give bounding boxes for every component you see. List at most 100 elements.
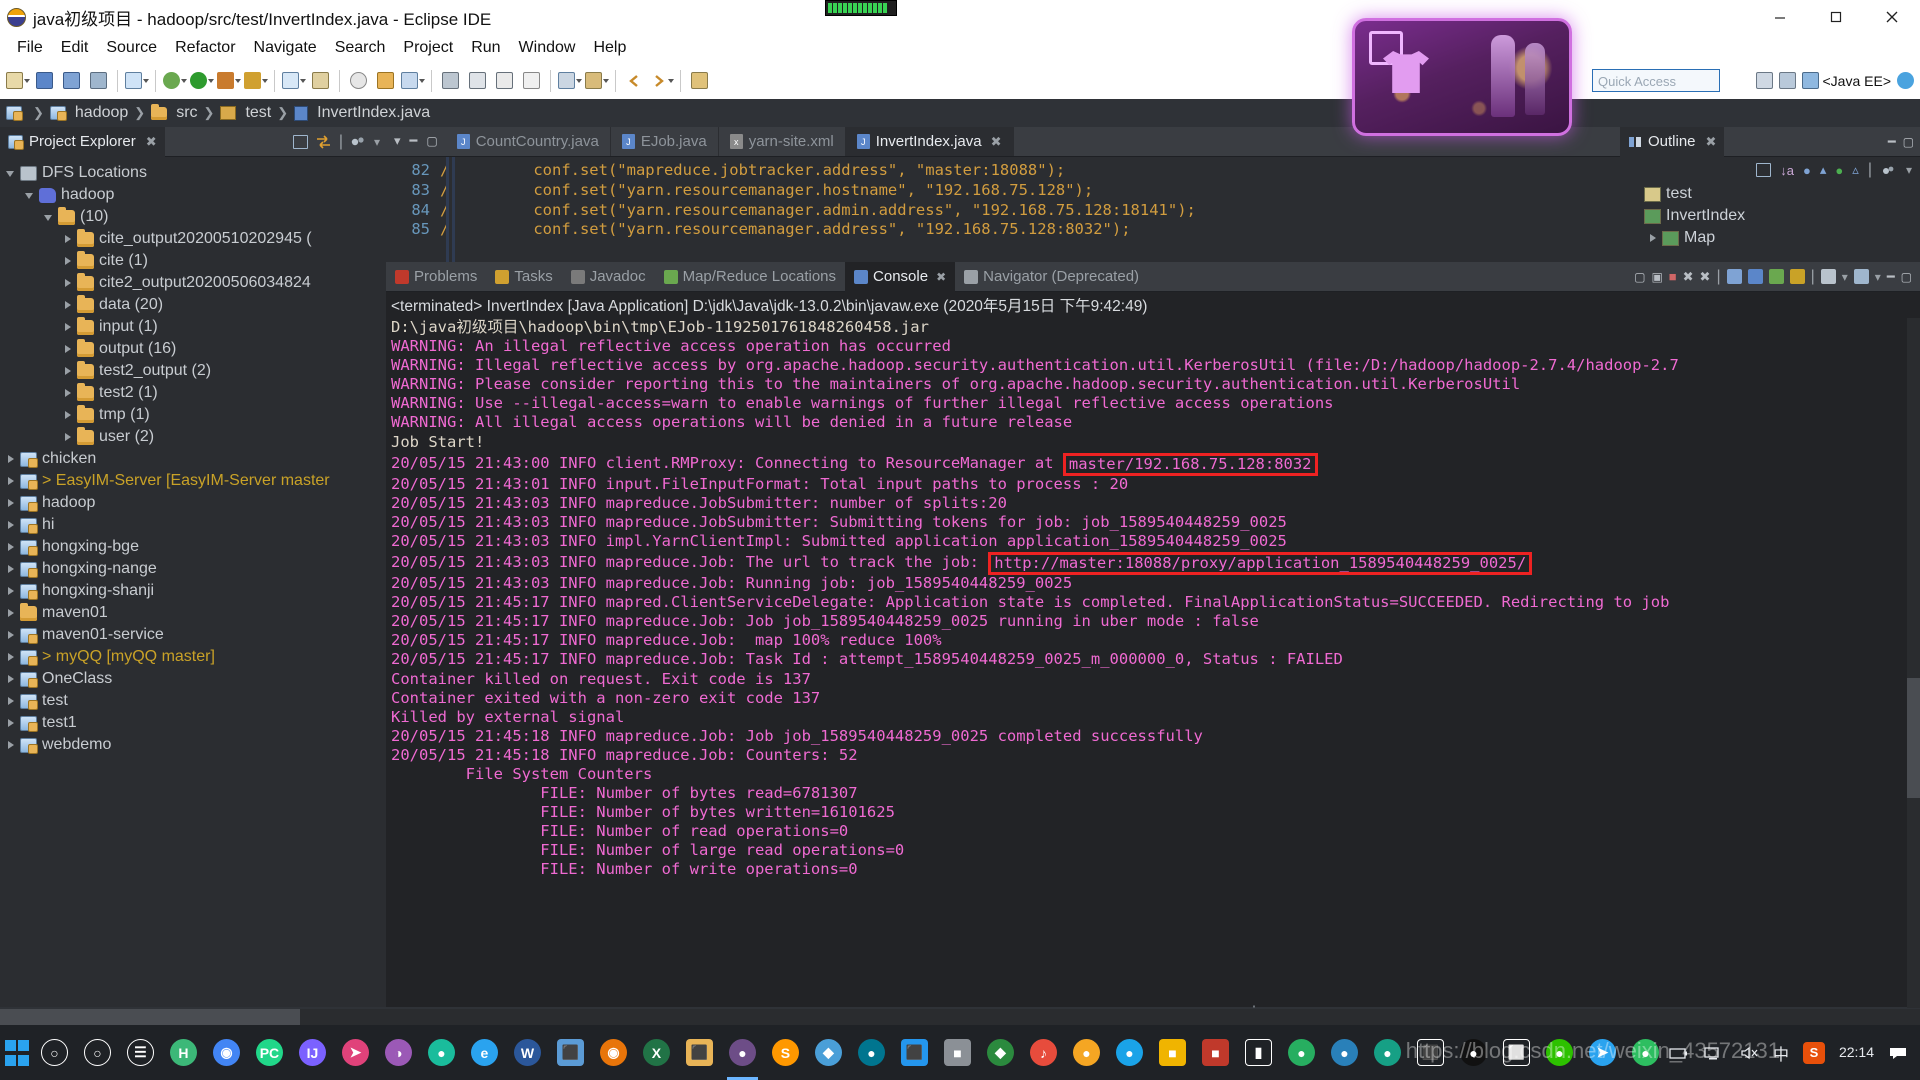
code-line[interactable]: 84 // conf.set("yarn.resourcemanager.admi… [386, 201, 1620, 221]
open-console-icon[interactable] [1853, 269, 1869, 284]
cortana-icon[interactable]: ○ [76, 1025, 119, 1080]
menu-navigate[interactable]: Navigate [245, 39, 326, 57]
highlighted-url[interactable]: master/192.168.75.128:8032 [1062, 452, 1318, 476]
expand-arrow-open-icon[interactable] [44, 212, 55, 223]
new-button[interactable] [5, 68, 30, 93]
expand-arrow-closed-icon[interactable] [6, 740, 17, 751]
previous-edit-button[interactable] [584, 68, 609, 93]
music-icon[interactable]: ♪ [1022, 1025, 1065, 1080]
minimize-view-icon[interactable]: ━ [1887, 269, 1895, 285]
chevron-down-icon[interactable]: ▾ [394, 133, 401, 149]
expand-arrow-closed-icon[interactable] [1648, 233, 1659, 244]
search-toolbar-icon[interactable] [346, 68, 371, 93]
close-button[interactable] [1864, 0, 1920, 34]
minimize-button[interactable] [1752, 0, 1808, 34]
start-button[interactable] [0, 1025, 33, 1080]
app5-icon[interactable]: ■ [1151, 1025, 1194, 1080]
tree-item[interactable]: tmp (1) [0, 404, 386, 426]
expand-arrow-closed-icon[interactable] [6, 476, 17, 487]
menu-source[interactable]: Source [97, 39, 166, 57]
task-view-icon[interactable]: ☰ [119, 1025, 162, 1080]
console-output[interactable]: D:\java初级项目\hadoop\bin\tmp\EJob-11925017… [386, 318, 1920, 998]
expand-arrow-closed-icon[interactable] [6, 630, 17, 641]
expand-arrow-closed-icon[interactable] [6, 586, 17, 597]
tab-project-explorer[interactable]: Project Explorer ✖ [0, 126, 165, 157]
breadcrumb-item-hadoop[interactable]: hadoop [49, 104, 128, 122]
volume-icon[interactable] [1739, 1045, 1759, 1061]
breadcrumb-item-src[interactable]: src [151, 103, 198, 122]
tree-item[interactable]: data (20) [0, 294, 386, 316]
battery-app-icon[interactable]: ▮ [1237, 1025, 1280, 1080]
tree-item[interactable]: cite (1) [0, 250, 386, 272]
hide-static-icon[interactable]: ▴ [1820, 162, 1827, 178]
remove-all-icon[interactable]: ✖ [1700, 269, 1711, 285]
breadcrumb-item-file[interactable]: InvertIndex.java [294, 104, 430, 122]
tree-item[interactable]: hongxing-bge [0, 536, 386, 558]
minimize-console-icon[interactable]: ▢ [1634, 270, 1645, 284]
perspective-switch-button[interactable] [557, 68, 582, 93]
edge-icon[interactable]: e [463, 1025, 506, 1080]
tree-item[interactable]: webdemo [0, 734, 386, 756]
network-icon[interactable] [1703, 1045, 1725, 1061]
tree-item[interactable]: test [0, 690, 386, 712]
maximize-console-icon[interactable]: ▣ [1651, 270, 1662, 284]
java-perspective-icon[interactable] [1897, 72, 1914, 89]
tree-item[interactable]: test2_output (2) [0, 360, 386, 382]
mysql-icon[interactable]: ● [850, 1025, 893, 1080]
menu-run[interactable]: Run [462, 39, 509, 57]
console-tab-2[interactable]: Javadoc [562, 262, 655, 292]
close-icon[interactable]: ✖ [936, 270, 946, 284]
tree-item[interactable]: hadoop [0, 492, 386, 514]
coverage-button[interactable] [243, 68, 268, 93]
show-whitespace-button[interactable] [465, 68, 490, 93]
console-tab-4[interactable]: Console ✖ [845, 261, 956, 292]
tree-item[interactable]: maven01-service [0, 624, 386, 646]
code-line[interactable]: 83 // conf.set("yarn.resourcemanager.host… [386, 181, 1620, 201]
expand-arrow-closed-icon[interactable] [6, 498, 17, 509]
new-package-button[interactable] [308, 68, 333, 93]
expand-arrow-open-icon[interactable] [6, 168, 17, 179]
menu-search[interactable]: Search [326, 39, 395, 57]
tree-item[interactable]: hongxing-nange [0, 558, 386, 580]
app3-icon[interactable]: ● [1065, 1025, 1108, 1080]
outline-tree[interactable]: test InvertIndex Map [1620, 183, 1920, 249]
forward-button[interactable] [649, 68, 674, 93]
highlight-button[interactable] [400, 68, 425, 93]
menu-help[interactable]: Help [584, 39, 635, 57]
link-with-editor-icon[interactable] [315, 134, 332, 149]
expand-arrow-closed-icon[interactable] [63, 278, 74, 289]
print-button[interactable] [86, 68, 111, 93]
maximize-outline-icon[interactable]: ▢ [1903, 135, 1914, 149]
hide-fields-icon[interactable]: ● [1803, 163, 1811, 178]
expand-arrow-closed-icon[interactable] [63, 256, 74, 267]
tree-item[interactable]: > myQQ [myQQ master] [0, 646, 386, 668]
expand-arrow-closed-icon[interactable] [6, 652, 17, 663]
maximize-button[interactable] [1808, 0, 1864, 34]
app4-icon[interactable]: ● [1108, 1025, 1151, 1080]
console-tab-3[interactable]: Map/Reduce Locations [655, 262, 845, 292]
sogou-icon[interactable]: S [1802, 1041, 1825, 1064]
hbuilder-icon[interactable]: H [162, 1025, 205, 1080]
outline-item[interactable]: Map [1620, 227, 1920, 249]
firefox-icon[interactable]: ◉ [592, 1025, 635, 1080]
editor-tab-2[interactable]: x yarn-site.xml [718, 127, 846, 156]
eclipse-icon[interactable]: ● [721, 1025, 764, 1080]
run-button[interactable] [189, 68, 214, 93]
debug-button[interactable] [162, 68, 187, 93]
expand-arrow-closed-icon[interactable] [63, 432, 74, 443]
app2-icon[interactable]: ■ [936, 1025, 979, 1080]
project-tree[interactable]: DFS Locations hadoop (10) cite_output202005… [0, 157, 386, 756]
close-icon[interactable]: ✖ [991, 134, 1002, 150]
expand-arrow-closed-icon[interactable] [63, 410, 74, 421]
collapse-all-icon[interactable] [292, 134, 308, 149]
console-scrollbar-thumb[interactable] [1907, 678, 1920, 798]
hide-local-icon[interactable]: ▵ [1852, 162, 1859, 178]
expand-arrow-closed-icon[interactable] [6, 564, 17, 575]
outline-item[interactable]: test [1620, 183, 1920, 205]
word-icon[interactable]: W [506, 1025, 549, 1080]
terminate-icon[interactable]: ■ [1669, 269, 1677, 284]
minimize-editor-icon[interactable]: ━ [410, 133, 418, 149]
editor-tab-1[interactable]: J EJob.java [610, 127, 719, 156]
app6-icon[interactable]: ■ [1194, 1025, 1237, 1080]
editor-code[interactable]: 82 // conf.set("mapreduce.jobtracker.addr… [386, 157, 1620, 240]
